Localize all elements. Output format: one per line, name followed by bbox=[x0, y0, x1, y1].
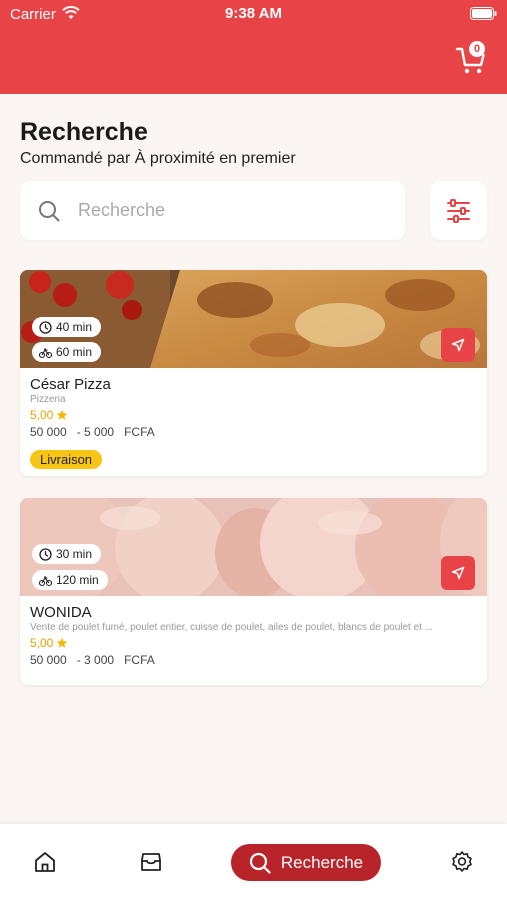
delivery-badge: Livraison bbox=[30, 450, 103, 469]
tab-search[interactable]: Recherche bbox=[231, 844, 381, 881]
prep-time: 40 min bbox=[56, 320, 93, 334]
rating: 5,00 bbox=[30, 636, 477, 650]
card-details: César Pizza Pizzeria 5,00 50 000 - 5 000… bbox=[20, 368, 487, 476]
delivery-time: 60 min bbox=[56, 345, 93, 359]
battery-icon bbox=[470, 7, 497, 20]
restaurant-card[interactable]: 40 min 60 min César Pizza Pizzeria 5,00 … bbox=[20, 270, 487, 476]
search-box[interactable] bbox=[20, 181, 405, 240]
bike-icon bbox=[39, 347, 52, 358]
delivery-time-pill: 120 min bbox=[32, 570, 108, 590]
home-icon[interactable] bbox=[33, 850, 57, 874]
restaurant-image: 40 min 60 min bbox=[20, 270, 487, 368]
store-icon[interactable] bbox=[139, 850, 163, 874]
rating-value: 5,00 bbox=[30, 636, 54, 650]
delivery-time-pill: 60 min bbox=[32, 342, 102, 362]
star-icon bbox=[57, 637, 68, 648]
status-bar: Carrier 9:38 AM bbox=[0, 0, 507, 28]
tab-search-label: Recherche bbox=[280, 852, 364, 872]
status-time: 9:38 AM bbox=[225, 5, 282, 22]
cart-count-badge: 0 bbox=[469, 41, 485, 57]
filter-icon bbox=[447, 199, 470, 223]
clock-icon bbox=[39, 320, 52, 334]
card-details: WONIDA Vente de poulet fumé, poulet enti… bbox=[20, 596, 487, 677]
navigate-button[interactable] bbox=[441, 328, 475, 362]
delivery-time: 120 min bbox=[56, 573, 99, 587]
navigation-icon bbox=[451, 338, 465, 352]
page-title: Recherche bbox=[20, 118, 148, 146]
restaurant-name: WONIDA bbox=[30, 604, 92, 621]
gear-icon[interactable] bbox=[450, 850, 474, 874]
prep-time-pill: 30 min bbox=[32, 544, 102, 564]
price-range: 50 000 - 3 000 FCFA bbox=[30, 653, 155, 667]
app-header: Carrier 9:38 AM 0 bbox=[0, 0, 507, 94]
price-range: 50 000 - 5 000 FCFA bbox=[30, 425, 155, 439]
rating: 5,00 bbox=[30, 408, 477, 422]
restaurant-card[interactable]: 30 min 120 min WONIDA Vente de poulet fu… bbox=[20, 498, 487, 685]
prep-time: 30 min bbox=[56, 547, 93, 561]
search-input[interactable] bbox=[78, 195, 388, 225]
search-icon bbox=[249, 852, 271, 874]
restaurant-image: 30 min 120 min bbox=[20, 498, 487, 596]
restaurant-category: Pizzeria bbox=[30, 394, 66, 405]
prep-time-pill: 40 min bbox=[32, 317, 102, 337]
sort-order-label: Commandé par À proximité en premier bbox=[20, 150, 296, 167]
rating-value: 5,00 bbox=[30, 408, 54, 422]
clock-icon bbox=[39, 547, 52, 561]
filter-button[interactable] bbox=[430, 181, 487, 240]
bottom-tab-bar: Recherche bbox=[0, 824, 507, 900]
cart-button[interactable]: 0 bbox=[455, 41, 487, 76]
navigate-button[interactable] bbox=[441, 556, 475, 590]
navigation-icon bbox=[451, 566, 465, 580]
restaurant-name: César Pizza bbox=[30, 376, 111, 393]
star-icon bbox=[57, 409, 68, 420]
search-icon bbox=[39, 201, 60, 222]
bike-icon bbox=[39, 575, 52, 586]
restaurant-category: Vente de poulet fumé, poulet entier, cui… bbox=[30, 622, 434, 633]
